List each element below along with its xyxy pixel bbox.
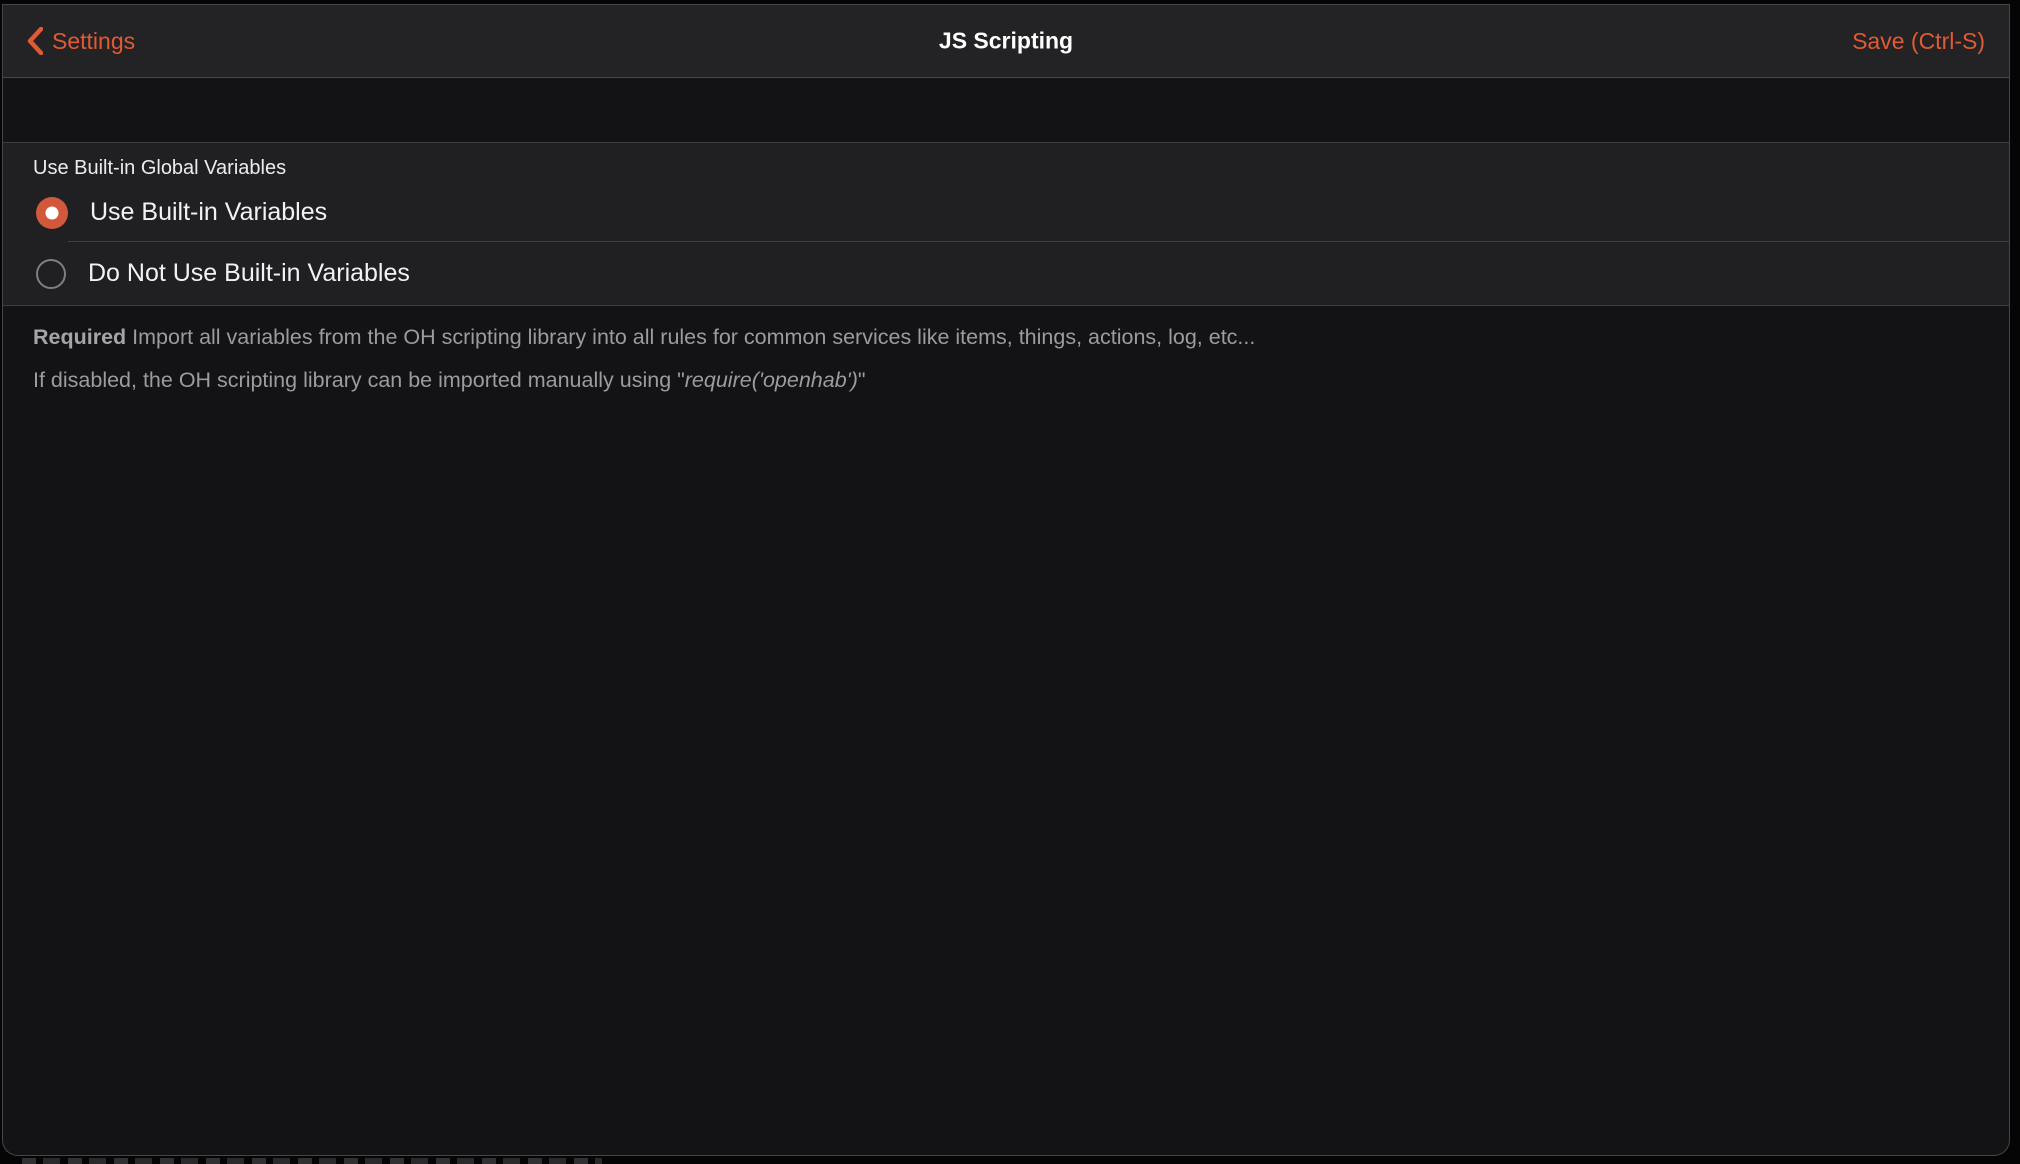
chevron-left-icon: [27, 27, 43, 55]
variables-option-list: Use Built-in Global Variables Use Built-…: [3, 142, 2009, 306]
radio-unselected-icon: [36, 259, 66, 289]
option-label: Use Built-in Variables: [90, 198, 327, 227]
navbar-spacer: [3, 78, 2009, 142]
back-button[interactable]: Settings: [27, 27, 135, 55]
setting-description: Required Import all variables from the O…: [3, 306, 2009, 395]
back-button-label: Settings: [52, 28, 135, 55]
background-window-text-fragment: [22, 1158, 602, 1164]
radio-selected-icon: [36, 197, 68, 229]
radio-group-label: Use Built-in Global Variables: [3, 143, 2009, 184]
save-button[interactable]: Save (Ctrl-S): [1852, 28, 1985, 55]
description-required-tag: Required: [33, 325, 126, 349]
description-line-1: Required Import all variables from the O…: [33, 322, 1969, 352]
js-scripting-settings-modal: Settings JS Scripting Save (Ctrl-S) Use …: [2, 4, 2010, 1156]
option-use-builtin-variables[interactable]: Use Built-in Variables: [3, 184, 2009, 241]
page-title: JS Scripting: [939, 28, 1073, 55]
description-line-2: If disabled, the OH scripting library ca…: [33, 365, 1969, 395]
option-label: Do Not Use Built-in Variables: [88, 259, 410, 288]
option-do-not-use-builtin-variables[interactable]: Do Not Use Built-in Variables: [3, 242, 2009, 305]
code-snippet: require('openhab'): [685, 368, 858, 392]
navbar: Settings JS Scripting Save (Ctrl-S): [3, 5, 2009, 78]
